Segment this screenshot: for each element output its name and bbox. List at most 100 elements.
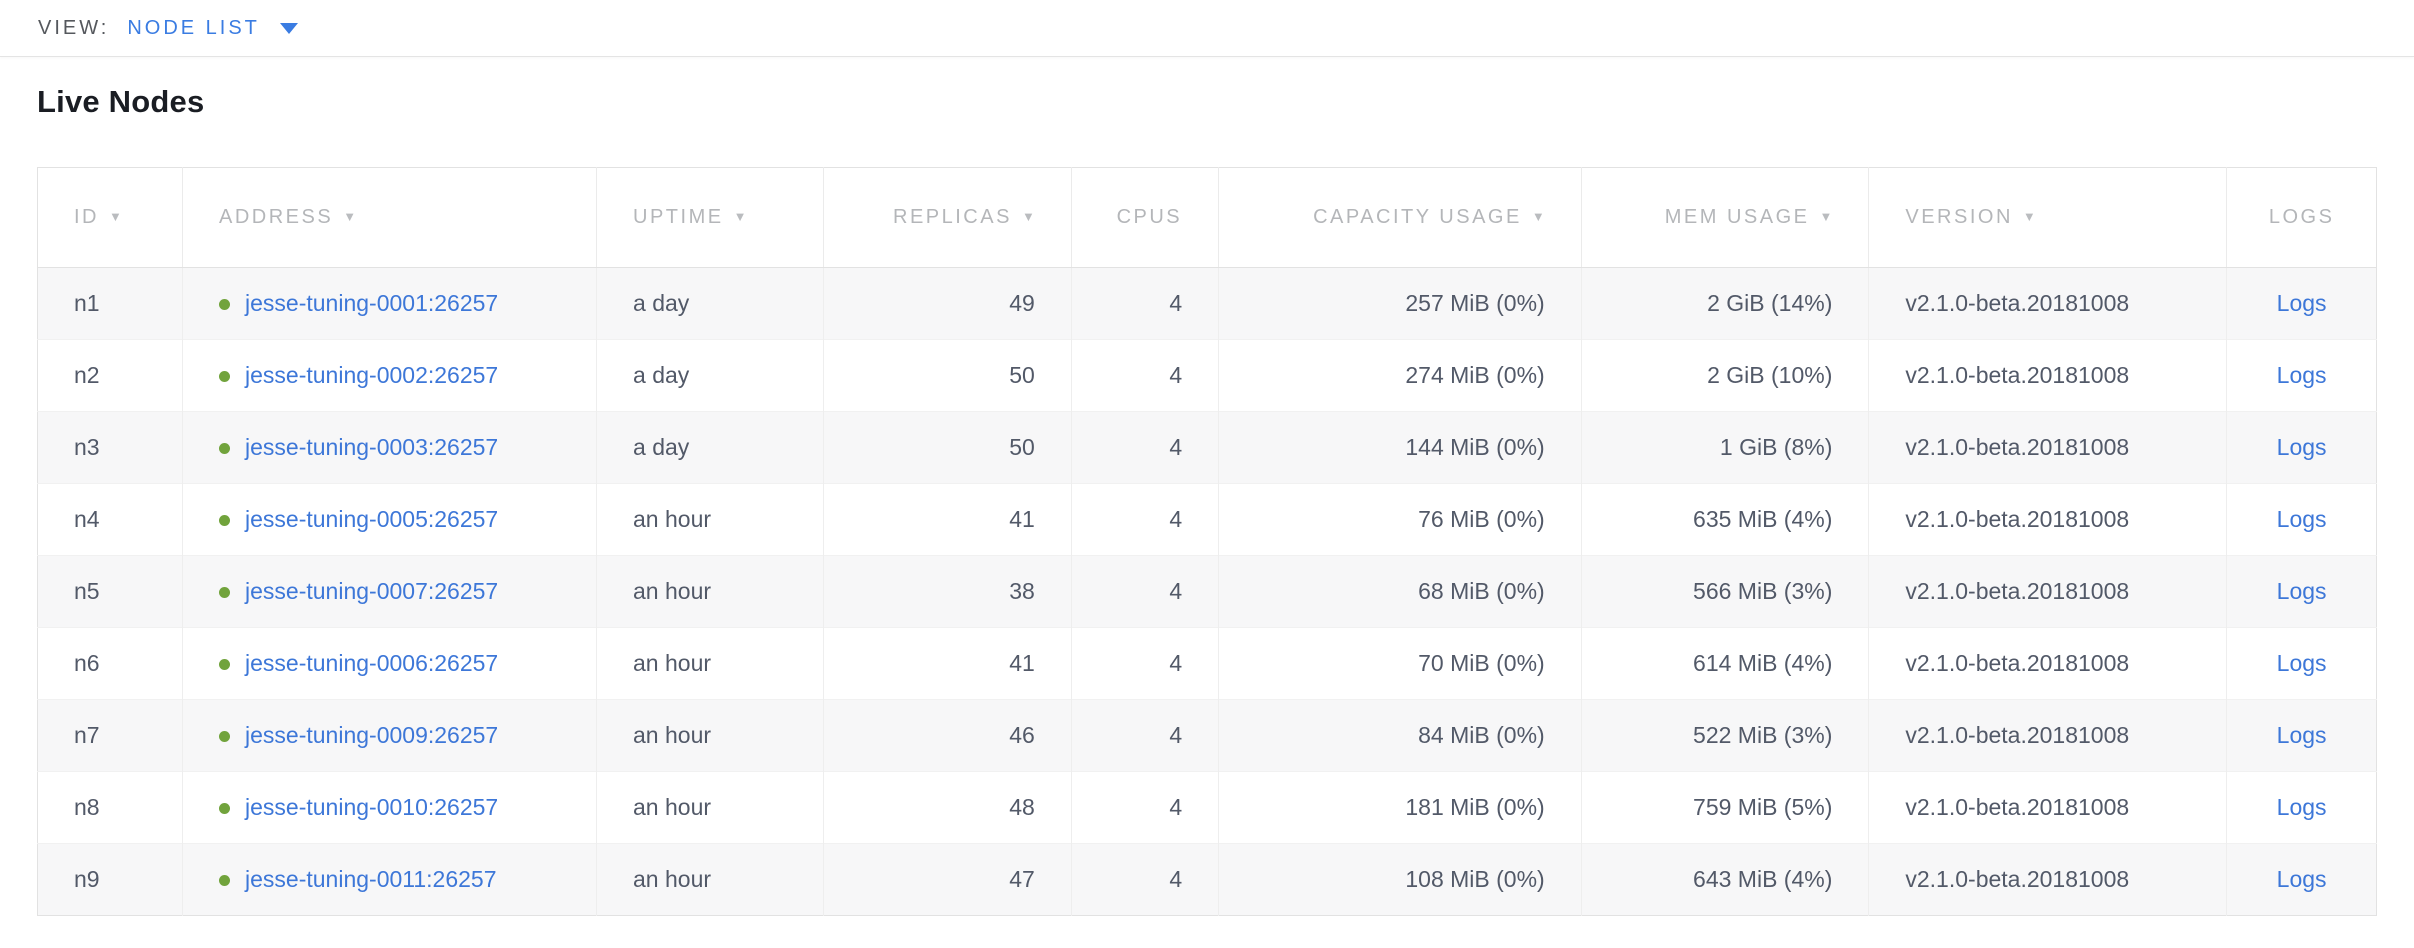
cell-replicas: 50	[823, 412, 1071, 484]
cell-version: v2.1.0-beta.20181008	[1869, 412, 2227, 484]
column-header-mem-usage[interactable]: MEM USAGE ▼	[1581, 168, 1869, 268]
column-header-label: ADDRESS	[219, 206, 333, 228]
cell-node-id: n4	[38, 484, 183, 556]
node-live-status-dot	[219, 299, 230, 310]
node-address-link[interactable]: jesse-tuning-0011:26257	[245, 866, 496, 892]
cell-capacity-usage: 84 MiB (0%)	[1219, 700, 1582, 772]
cell-uptime: an hour	[597, 484, 824, 556]
table-row: n7jesse-tuning-0009:26257an hour46484 Mi…	[38, 700, 2377, 772]
cell-logs: Logs	[2227, 628, 2377, 700]
view-label: VIEW:	[38, 17, 109, 40]
cell-node-id: n7	[38, 700, 183, 772]
cell-mem-usage: 643 MiB (4%)	[1581, 844, 1869, 916]
node-live-status-dot	[219, 731, 230, 742]
cell-cpus: 4	[1071, 772, 1218, 844]
cell-node-address: jesse-tuning-0010:26257	[183, 772, 597, 844]
view-selector-dropdown[interactable]: NODE LIST	[127, 17, 298, 40]
column-header-id[interactable]: ID▼	[38, 168, 183, 268]
cell-mem-usage: 759 MiB (5%)	[1581, 772, 1869, 844]
cell-replicas: 50	[823, 340, 1071, 412]
cell-node-id: n3	[38, 412, 183, 484]
node-address-link[interactable]: jesse-tuning-0007:26257	[245, 578, 498, 604]
table-body: n1jesse-tuning-0001:26257a day494257 MiB…	[38, 268, 2377, 916]
cell-cpus: 4	[1071, 700, 1218, 772]
cell-replicas: 46	[823, 700, 1071, 772]
column-header-uptime[interactable]: UPTIME▼	[597, 168, 824, 268]
column-header-label: MEM USAGE	[1665, 206, 1810, 228]
cell-version: v2.1.0-beta.20181008	[1869, 700, 2227, 772]
cell-capacity-usage: 144 MiB (0%)	[1219, 412, 1582, 484]
node-live-status-dot	[219, 659, 230, 670]
logs-link[interactable]: Logs	[2277, 722, 2327, 748]
dropdown-triangle-icon	[280, 23, 298, 34]
cell-node-id: n1	[38, 268, 183, 340]
logs-link[interactable]: Logs	[2277, 506, 2327, 532]
column-header-address[interactable]: ADDRESS ▼	[183, 168, 597, 268]
sort-desc-icon: ▼	[1022, 209, 1035, 224]
sort-desc-icon: ▼	[343, 209, 356, 224]
node-address-link[interactable]: jesse-tuning-0009:26257	[245, 722, 498, 748]
cell-version: v2.1.0-beta.20181008	[1869, 484, 2227, 556]
cell-replicas: 41	[823, 628, 1071, 700]
cell-replicas: 48	[823, 772, 1071, 844]
cell-version: v2.1.0-beta.20181008	[1869, 556, 2227, 628]
logs-link[interactable]: Logs	[2277, 362, 2327, 388]
sort-desc-icon: ▼	[734, 209, 747, 224]
cell-logs: Logs	[2227, 412, 2377, 484]
cell-cpus: 4	[1071, 628, 1218, 700]
cell-cpus: 4	[1071, 268, 1218, 340]
column-header-version[interactable]: VERSION▼	[1869, 168, 2227, 268]
table-row: n4jesse-tuning-0005:26257an hour41476 Mi…	[38, 484, 2377, 556]
table-row: n2jesse-tuning-0002:26257a day504274 MiB…	[38, 340, 2377, 412]
cell-node-id: n6	[38, 628, 183, 700]
node-address-link[interactable]: jesse-tuning-0003:26257	[245, 434, 498, 460]
logs-link[interactable]: Logs	[2277, 866, 2327, 892]
cell-mem-usage: 1 GiB (8%)	[1581, 412, 1869, 484]
live-nodes-table-container: ID▼ADDRESS▼UPTIME▼REPLICAS▼CPUSCAPACITY …	[37, 167, 2377, 916]
logs-link[interactable]: Logs	[2277, 290, 2327, 316]
cell-node-id: n8	[38, 772, 183, 844]
cell-capacity-usage: 274 MiB (0%)	[1219, 340, 1582, 412]
sort-desc-icon: ▼	[1820, 209, 1833, 224]
cell-capacity-usage: 108 MiB (0%)	[1219, 844, 1582, 916]
cell-replicas: 47	[823, 844, 1071, 916]
cell-uptime: a day	[597, 412, 824, 484]
node-live-status-dot	[219, 443, 230, 454]
node-address-link[interactable]: jesse-tuning-0001:26257	[245, 290, 498, 316]
cell-mem-usage: 635 MiB (4%)	[1581, 484, 1869, 556]
cell-node-address: jesse-tuning-0002:26257	[183, 340, 597, 412]
cell-mem-usage: 614 MiB (4%)	[1581, 628, 1869, 700]
view-selected-value: NODE LIST	[127, 17, 260, 40]
cell-capacity-usage: 76 MiB (0%)	[1219, 484, 1582, 556]
table-row: n8jesse-tuning-0010:26257an hour484181 M…	[38, 772, 2377, 844]
node-address-link[interactable]: jesse-tuning-0010:26257	[245, 794, 498, 820]
view-bar: VIEW: NODE LIST	[0, 0, 2414, 57]
cell-logs: Logs	[2227, 556, 2377, 628]
node-address-link[interactable]: jesse-tuning-0005:26257	[245, 506, 498, 532]
column-header-logs: LOGS	[2227, 168, 2377, 268]
cell-uptime: a day	[597, 340, 824, 412]
cell-capacity-usage: 181 MiB (0%)	[1219, 772, 1582, 844]
logs-link[interactable]: Logs	[2277, 650, 2327, 676]
node-live-status-dot	[219, 803, 230, 814]
cell-uptime: a day	[597, 268, 824, 340]
node-address-link[interactable]: jesse-tuning-0006:26257	[245, 650, 498, 676]
column-header-capacity-usage[interactable]: CAPACITY USAGE▼	[1219, 168, 1582, 268]
cell-replicas: 41	[823, 484, 1071, 556]
cell-cpus: 4	[1071, 844, 1218, 916]
table-header-row: ID▼ADDRESS▼UPTIME▼REPLICAS▼CPUSCAPACITY …	[38, 168, 2377, 268]
logs-link[interactable]: Logs	[2277, 434, 2327, 460]
cell-node-id: n5	[38, 556, 183, 628]
cell-node-address: jesse-tuning-0011:26257	[183, 844, 597, 916]
cell-logs: Logs	[2227, 772, 2377, 844]
logs-link[interactable]: Logs	[2277, 794, 2327, 820]
column-header-replicas[interactable]: REPLICAS▼	[823, 168, 1071, 268]
cell-version: v2.1.0-beta.20181008	[1869, 628, 2227, 700]
cell-version: v2.1.0-beta.20181008	[1869, 268, 2227, 340]
node-address-link[interactable]: jesse-tuning-0002:26257	[245, 362, 498, 388]
logs-link[interactable]: Logs	[2277, 578, 2327, 604]
cell-node-address: jesse-tuning-0007:26257	[183, 556, 597, 628]
cell-node-address: jesse-tuning-0001:26257	[183, 268, 597, 340]
node-live-status-dot	[219, 875, 230, 886]
sort-desc-icon: ▼	[2023, 209, 2036, 224]
